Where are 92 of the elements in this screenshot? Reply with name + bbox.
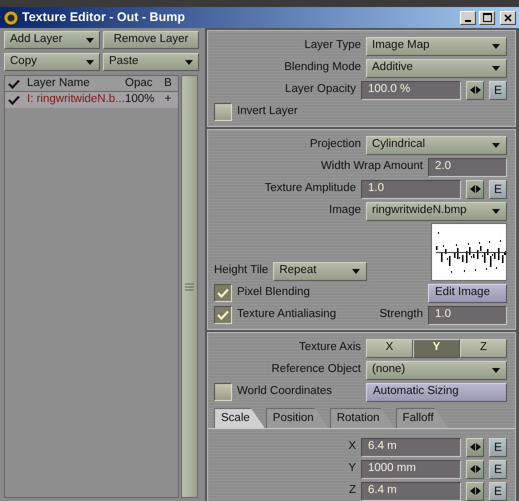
field-label: Texture Amplitude xyxy=(264,181,356,196)
grip-icon xyxy=(185,282,194,292)
maximize-icon xyxy=(482,13,492,22)
dropdown[interactable]: (none) xyxy=(366,360,507,380)
checkbox[interactable] xyxy=(214,383,232,401)
left-right-arrows-icon xyxy=(470,487,480,495)
automatic-sizing-button[interactable]: Automatic Sizing xyxy=(366,382,507,402)
dropdown[interactable]: Cylindrical xyxy=(366,136,507,154)
input-field[interactable]: 1.0 xyxy=(428,306,507,324)
dropdown-button[interactable]: Copy xyxy=(4,53,100,71)
caret-icon xyxy=(492,66,500,70)
field-label: Projection xyxy=(308,137,361,152)
axis-button[interactable]: Z xyxy=(460,338,507,358)
opacity-value: 100% xyxy=(124,92,156,108)
input-field[interactable]: 1.0 xyxy=(361,180,461,198)
field-label: Layer Opacity xyxy=(284,82,356,98)
caret-icon xyxy=(86,38,94,42)
caret-icon xyxy=(185,60,193,64)
column-header[interactable]: B xyxy=(159,74,177,92)
caret-icon xyxy=(352,268,360,274)
nudge-button[interactable] xyxy=(466,482,484,500)
left-right-arrows-icon xyxy=(470,86,480,94)
dropdown-button[interactable]: Paste xyxy=(103,53,199,71)
field-label: Texture Axis xyxy=(298,340,361,356)
left-right-arrows-icon xyxy=(470,185,480,193)
envelope-button[interactable]: E xyxy=(489,438,507,456)
checkbox[interactable] xyxy=(214,103,232,121)
app-icon xyxy=(3,10,19,26)
envelope-button[interactable]: E xyxy=(489,80,507,100)
caret-icon xyxy=(492,44,500,48)
dropdown[interactable]: Repeat xyxy=(273,262,368,280)
field-label: Image xyxy=(328,203,361,218)
close-button[interactable] xyxy=(500,10,516,24)
field-label: Z xyxy=(348,483,356,498)
nudge-button[interactable] xyxy=(466,180,484,198)
minimize-icon xyxy=(465,20,471,22)
blend-value: + xyxy=(164,92,172,108)
nudge-button[interactable] xyxy=(466,438,484,456)
axis-button[interactable]: X xyxy=(366,338,413,358)
input-field[interactable]: 100.0 % xyxy=(361,80,461,100)
field-label: Layer Type xyxy=(303,38,361,54)
checkbox-label: World Coordinates xyxy=(237,384,334,400)
tab[interactable]: Rotation xyxy=(330,408,395,428)
axis-button[interactable]: Y xyxy=(413,338,460,358)
input-field[interactable]: 6.4 m xyxy=(361,438,461,456)
field-label: Width Wrap Amount xyxy=(320,159,423,174)
tab[interactable]: Falloff xyxy=(396,408,449,428)
caret-icon xyxy=(492,368,500,372)
input-field[interactable]: 6.4 m xyxy=(361,482,461,500)
checkmark-icon xyxy=(217,310,229,320)
field-label: Y xyxy=(347,461,356,476)
checkbox-label: Invert Layer xyxy=(237,104,298,120)
tab[interactable]: Position xyxy=(266,408,329,428)
dropdown[interactable]: Image Map xyxy=(366,36,507,56)
close-icon xyxy=(504,14,512,22)
left-right-arrows-icon xyxy=(470,465,480,473)
layer-name[interactable]: I: ringwritwideN.b... xyxy=(23,91,123,109)
envelope-button[interactable]: E xyxy=(489,460,507,478)
column-header[interactable]: Opac xyxy=(123,74,159,92)
scrollbar[interactable] xyxy=(181,75,198,498)
action-button[interactable]: Remove Layer xyxy=(103,31,199,49)
field-label: Height Tile xyxy=(214,263,268,278)
checkbox[interactable] xyxy=(214,284,232,302)
nudge-button[interactable] xyxy=(466,80,484,100)
checkbox-label: Texture Antialiasing xyxy=(237,307,336,322)
checkbox[interactable] xyxy=(214,306,232,324)
field-label: X xyxy=(347,439,356,454)
caret-icon xyxy=(86,60,94,64)
envelope-button[interactable]: E xyxy=(489,180,507,198)
field-label: Blending Mode xyxy=(283,60,361,76)
checkmark-icon xyxy=(8,78,20,88)
envelope-button[interactable]: E xyxy=(489,482,507,500)
checkmark-icon xyxy=(217,288,229,298)
left-right-arrows-icon xyxy=(470,443,480,451)
column-header[interactable]: Layer Name xyxy=(23,74,123,92)
checkbox-label: Pixel Blending xyxy=(237,285,310,300)
field-label: Reference Object xyxy=(270,362,361,378)
field-label: Strength xyxy=(378,307,423,322)
dropdown-button[interactable]: Add Layer xyxy=(4,31,100,49)
nudge-button[interactable] xyxy=(466,460,484,478)
maximize-button[interactable] xyxy=(479,10,495,24)
minimize-button[interactable] xyxy=(460,10,476,24)
tab[interactable]: Scale xyxy=(214,408,265,428)
dropdown[interactable]: Additive xyxy=(366,58,507,78)
dropdown[interactable]: ringwritwideN.bmp xyxy=(366,202,507,220)
caret-icon xyxy=(492,142,500,148)
edit-image-button[interactable]: Edit Image xyxy=(428,284,507,302)
input-field[interactable]: 2.0 xyxy=(428,158,507,176)
checkmark-icon[interactable] xyxy=(8,95,20,105)
window-title: Texture Editor - Out - Bump xyxy=(22,9,186,26)
caret-icon xyxy=(492,208,500,214)
input-field[interactable]: 1000 mm xyxy=(361,460,461,478)
